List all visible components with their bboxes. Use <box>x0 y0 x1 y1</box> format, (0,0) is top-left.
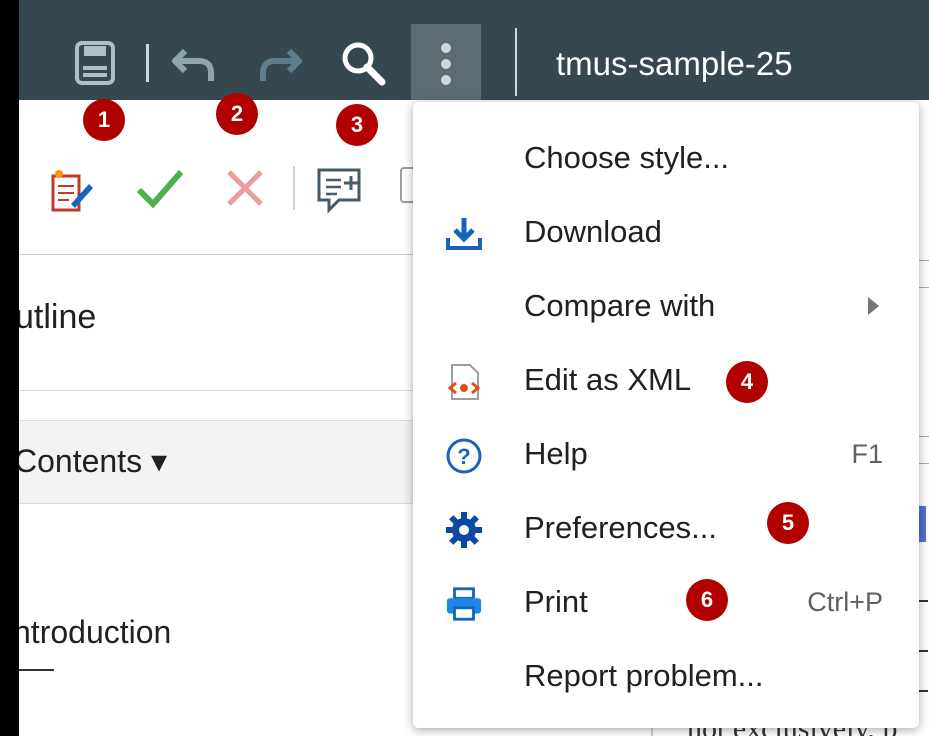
toolbar-separator <box>146 44 149 82</box>
svg-text:?: ? <box>457 444 470 469</box>
menu-item-label: Preferences... <box>524 510 717 545</box>
outline-title: utline <box>19 298 97 336</box>
menu-item-label: Edit as XML <box>524 362 692 397</box>
annotation-badge-6: 6 <box>686 579 728 621</box>
toolbar-overflow-icon[interactable] <box>399 166 422 211</box>
download-icon <box>445 216 483 252</box>
menu-item-edit-as-xml[interactable]: Edit as XML <box>413 345 919 419</box>
reject-change-icon[interactable] <box>223 166 267 215</box>
title-separator <box>515 28 517 96</box>
print-icon <box>445 586 483 622</box>
help-icon: ? <box>445 438 483 474</box>
menu-item-choose-style[interactable]: Choose style... <box>413 123 919 197</box>
document-title: tmus-sample-25 <box>556 45 793 82</box>
menu-item-help[interactable]: ? Help F1 <box>413 419 919 493</box>
redo-icon[interactable] <box>255 42 305 86</box>
menu-item-download[interactable]: Download <box>413 197 919 271</box>
undo-icon[interactable] <box>169 42 219 86</box>
top-toolbar: tmus-sample-25 <box>19 0 929 100</box>
app-window: tmus-sample-25 utline Contents ▾ ntroduc… <box>19 0 929 736</box>
more-options-button[interactable] <box>411 24 481 100</box>
add-comment-icon[interactable] <box>315 164 365 219</box>
edit-review-icon[interactable] <box>47 166 95 219</box>
annotation-badge-3: 3 <box>336 104 378 146</box>
menu-item-label: Help <box>524 436 588 471</box>
gear-icon <box>445 512 483 548</box>
save-icon[interactable] <box>73 40 117 86</box>
menu-item-report-problem[interactable]: Report problem... <box>413 641 919 715</box>
menu-item-shortcut: Ctrl+P <box>807 587 883 617</box>
search-icon[interactable] <box>337 38 389 88</box>
more-vert-icon <box>441 43 451 85</box>
menu-item-label: Report problem... <box>524 658 764 693</box>
menu-item-label: Choose style... <box>524 140 730 175</box>
xml-file-icon <box>445 364 483 400</box>
contents-dropdown[interactable]: Contents ▾ <box>19 442 167 480</box>
outline-item-introduction[interactable]: ntroduction <box>19 614 171 651</box>
annotation-badge-4: 4 <box>726 361 768 403</box>
review-separator <box>293 166 295 210</box>
submenu-arrow-icon <box>868 297 879 315</box>
menu-item-compare-with[interactable]: Compare with <box>413 271 919 345</box>
annotation-badge-1: 1 <box>83 99 125 141</box>
menu-item-label: Download <box>524 214 662 249</box>
accept-change-icon[interactable] <box>135 164 185 217</box>
menu-item-shortcut: F1 <box>851 439 883 469</box>
menu-item-preferences[interactable]: Preferences... <box>413 493 919 567</box>
menu-item-print[interactable]: Print Ctrl+P <box>413 567 919 641</box>
outline-underline <box>19 669 54 671</box>
menu-item-label: Compare with <box>524 288 716 323</box>
more-options-menu: Choose style... Download Compare with Ed… <box>413 102 919 728</box>
annotation-badge-5: 5 <box>767 502 809 544</box>
annotation-badge-2: 2 <box>216 93 258 135</box>
menu-item-label: Print <box>524 584 588 619</box>
